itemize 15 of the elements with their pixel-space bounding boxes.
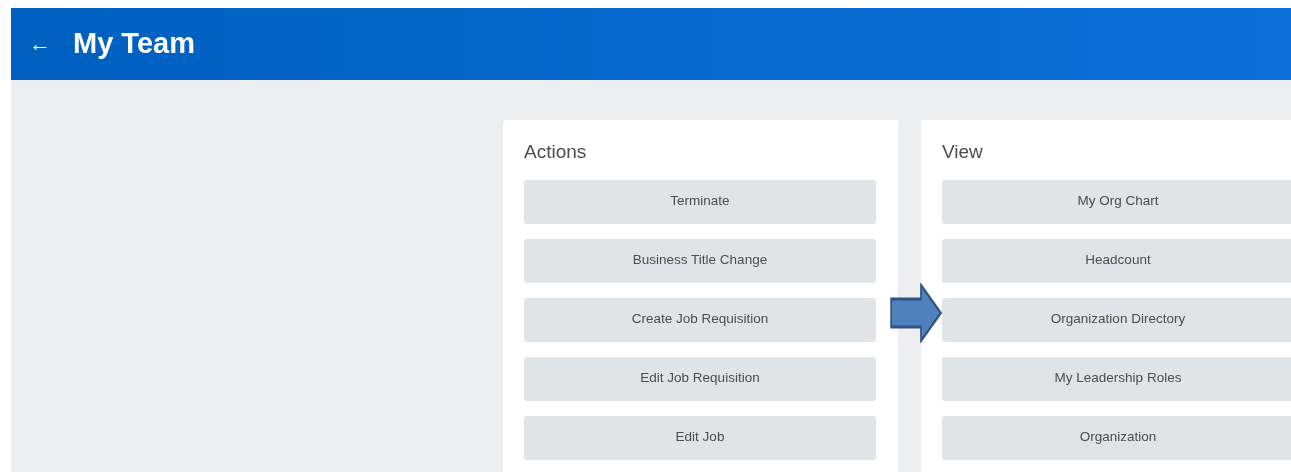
back-button[interactable]: ← [25,33,55,55]
panel-title: Actions [524,140,588,164]
action-button[interactable]: Create Job Requisition [524,297,876,342]
panel-title: View [942,140,984,164]
action-button[interactable]: Edit Job Requisition [524,356,876,401]
pointer-arrow [890,283,942,343]
page-title: My Team [73,26,195,62]
action-button[interactable]: Edit Job [524,415,876,460]
action-button[interactable]: Headcount [942,238,1291,283]
action-button[interactable]: Business Title Change [524,238,876,283]
action-button[interactable]: My Org Chart [942,179,1291,224]
action-button[interactable]: Terminate [524,179,876,224]
action-button[interactable]: My Leadership Roles [942,356,1291,401]
action-button[interactable]: Organization [942,415,1291,460]
action-button[interactable]: Organization Directory [942,297,1291,342]
